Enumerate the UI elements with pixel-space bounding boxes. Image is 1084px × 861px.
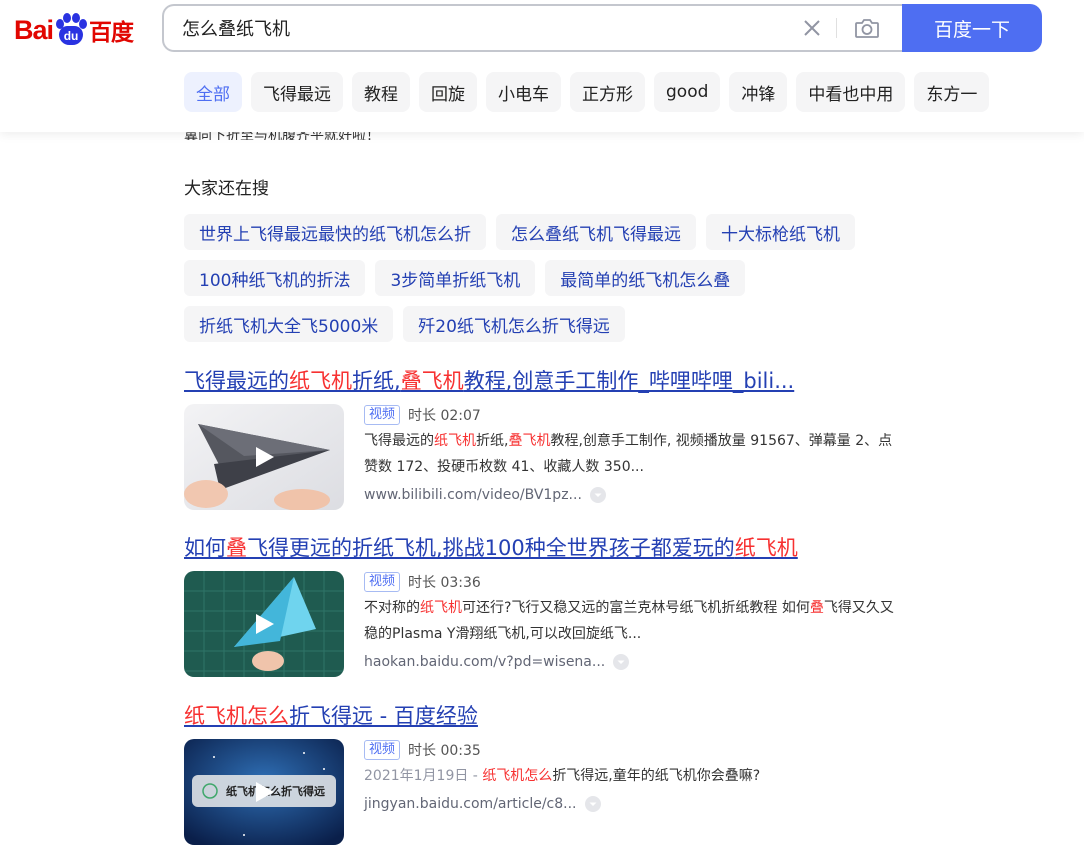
video-tag: 视频 [364, 740, 401, 760]
camera-icon[interactable] [854, 16, 880, 40]
tab-farthest[interactable]: 飞得最远 [251, 72, 343, 112]
tab-looks-good-useful[interactable]: 中看也中用 [796, 72, 906, 112]
related-chip[interactable]: 怎么叠纸飞机飞得最远 [496, 214, 696, 250]
tab-tutorial[interactable]: 教程 [352, 72, 410, 112]
dropdown-arrow-icon[interactable] [589, 487, 606, 503]
search-result: 飞得最远的纸飞机折纸,叠飞机教程,创意手工制作_哔哩哔哩_bili... 视频 … [184, 366, 904, 510]
tab-all[interactable]: 全部 [184, 72, 242, 112]
result-description: 2021年1月19日 - 纸飞机怎么折飞得远,童年的纸飞机你会叠嘛? [364, 768, 761, 784]
result-title-link[interactable]: 如何叠飞得更远的折纸飞机,挑战100种全世界孩子都爱玩的纸飞机 [184, 533, 904, 563]
search-header: Bai du 百度 百度一下 全部 飞得最远 教程 回旋 小电车 正方形 goo… [0, 0, 1084, 132]
tab-oriental[interactable]: 东方一 [914, 72, 990, 112]
search-divider [836, 18, 837, 38]
paw-icon: du [54, 13, 88, 47]
clear-icon[interactable] [802, 18, 822, 38]
search-input[interactable] [182, 6, 782, 50]
video-duration: 时长 02:07 [408, 408, 481, 424]
dropdown-arrow-icon[interactable] [613, 654, 630, 670]
video-thumbnail[interactable] [184, 571, 344, 677]
video-thumbnail[interactable]: 纸飞机怎么折飞得远 [184, 739, 344, 845]
search-box [162, 4, 904, 52]
related-chip[interactable]: 歼20纸飞机怎么折飞得远 [403, 306, 625, 342]
search-button[interactable]: 百度一下 [902, 4, 1042, 52]
related-chip[interactable]: 十大标枪纸飞机 [706, 214, 855, 250]
tab-square[interactable]: 正方形 [570, 72, 645, 112]
related-row: 世界上飞得最远最快的纸飞机怎么折 怎么叠纸飞机飞得最远 十大标枪纸飞机 [184, 214, 904, 250]
related-searches-title: 大家还在搜 [184, 179, 269, 199]
related-chip[interactable]: 折纸飞机大全飞5000米 [184, 306, 394, 342]
logo-chinese: 百度 [89, 20, 134, 46]
play-icon [256, 782, 274, 802]
dropdown-arrow-icon[interactable] [584, 796, 601, 812]
video-duration: 时长 03:36 [408, 575, 481, 591]
result-url[interactable]: www.bilibili.com/video/BV1pz... [364, 487, 582, 503]
related-chip[interactable]: 3步简单折纸飞机 [375, 260, 536, 296]
video-tag: 视频 [364, 572, 401, 592]
related-chip[interactable]: 世界上飞得最远最快的纸飞机怎么折 [184, 214, 486, 250]
tab-boomerang[interactable]: 回旋 [419, 72, 477, 112]
related-row: 100种纸飞机的折法 3步简单折纸飞机 最简单的纸飞机怎么叠 [184, 260, 904, 296]
filter-tabs: 全部 飞得最远 教程 回旋 小电车 正方形 good 冲锋 中看也中用 东方一 [184, 72, 990, 112]
result-url[interactable]: haokan.baidu.com/v?pd=wisena... [364, 654, 605, 670]
result-url[interactable]: jingyan.baidu.com/article/c8... [364, 796, 577, 812]
search-result: 纸飞机怎么折飞得远 - 百度经验 纸飞机怎么折飞得远 视频 时长 00:35 2… [184, 701, 904, 845]
result-date: 2021年1月19日 - [364, 768, 483, 784]
result-description: 不对称的纸飞机可还行?飞行又稳又远的富兰克林号纸飞机折纸教程 如何叠飞得又久又稳… [364, 600, 894, 642]
video-thumbnail[interactable] [184, 404, 344, 510]
play-icon [256, 614, 274, 634]
related-chip[interactable]: 最简单的纸飞机怎么叠 [545, 260, 746, 296]
logo-latin: Bai [14, 14, 54, 45]
related-searches: 世界上飞得最远最快的纸飞机怎么折 怎么叠纸飞机飞得最远 十大标枪纸飞机 100种… [184, 214, 904, 352]
tab-good[interactable]: good [654, 72, 721, 112]
video-tag: 视频 [364, 405, 401, 425]
search-result: 如何叠飞得更远的折纸飞机,挑战100种全世界孩子都爱玩的纸飞机 视频 时长 03… [184, 533, 904, 677]
video-duration: 时长 00:35 [408, 743, 481, 759]
play-icon [256, 447, 274, 467]
logo-pad-text: du [59, 26, 84, 45]
tab-small-tram[interactable]: 小电车 [486, 72, 561, 112]
related-row: 折纸飞机大全飞5000米 歼20纸飞机怎么折飞得远 [184, 306, 904, 342]
result-title-link[interactable]: 飞得最远的纸飞机折纸,叠飞机教程,创意手工制作_哔哩哔哩_bili... [184, 366, 904, 396]
baidu-logo[interactable]: Bai du 百度 [14, 8, 148, 52]
result-description: 飞得最远的纸飞机折纸,叠飞机教程,创意手工制作, 视频播放量 91567、弹幕量… [364, 433, 893, 475]
tab-charge[interactable]: 冲锋 [729, 72, 788, 112]
result-title-link[interactable]: 纸飞机怎么折飞得远 - 百度经验 [184, 701, 904, 731]
related-chip[interactable]: 100种纸飞机的折法 [184, 260, 366, 296]
